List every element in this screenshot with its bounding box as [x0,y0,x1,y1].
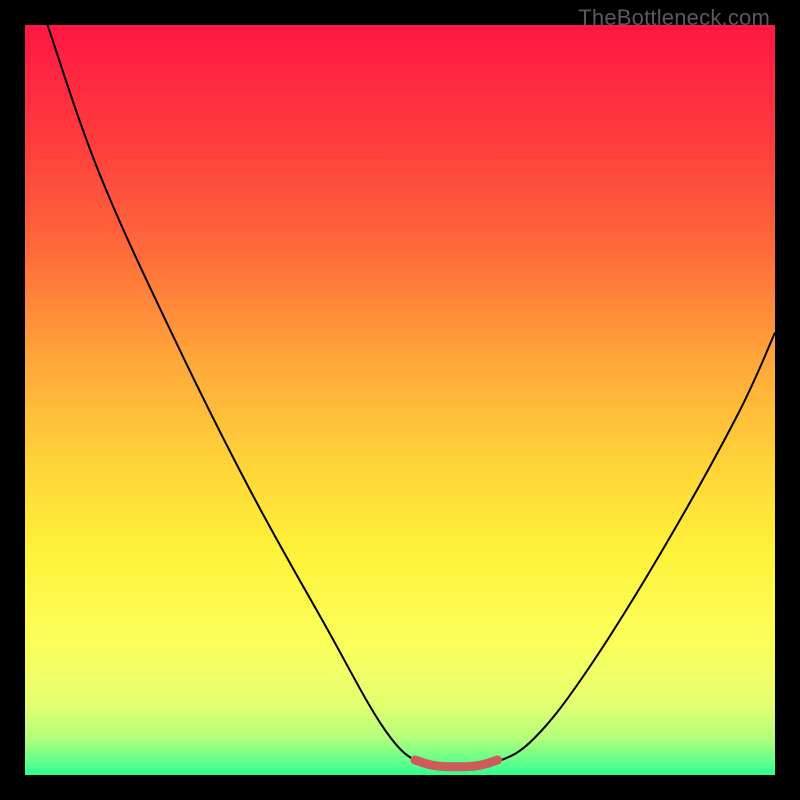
watermark-text: TheBottleneck.com [578,5,770,31]
plot-area [25,25,775,775]
curve-layer [25,25,775,775]
bottleneck-curve [48,25,776,767]
flat-bottom-highlight [415,760,498,767]
chart-frame: TheBottleneck.com [0,0,800,800]
